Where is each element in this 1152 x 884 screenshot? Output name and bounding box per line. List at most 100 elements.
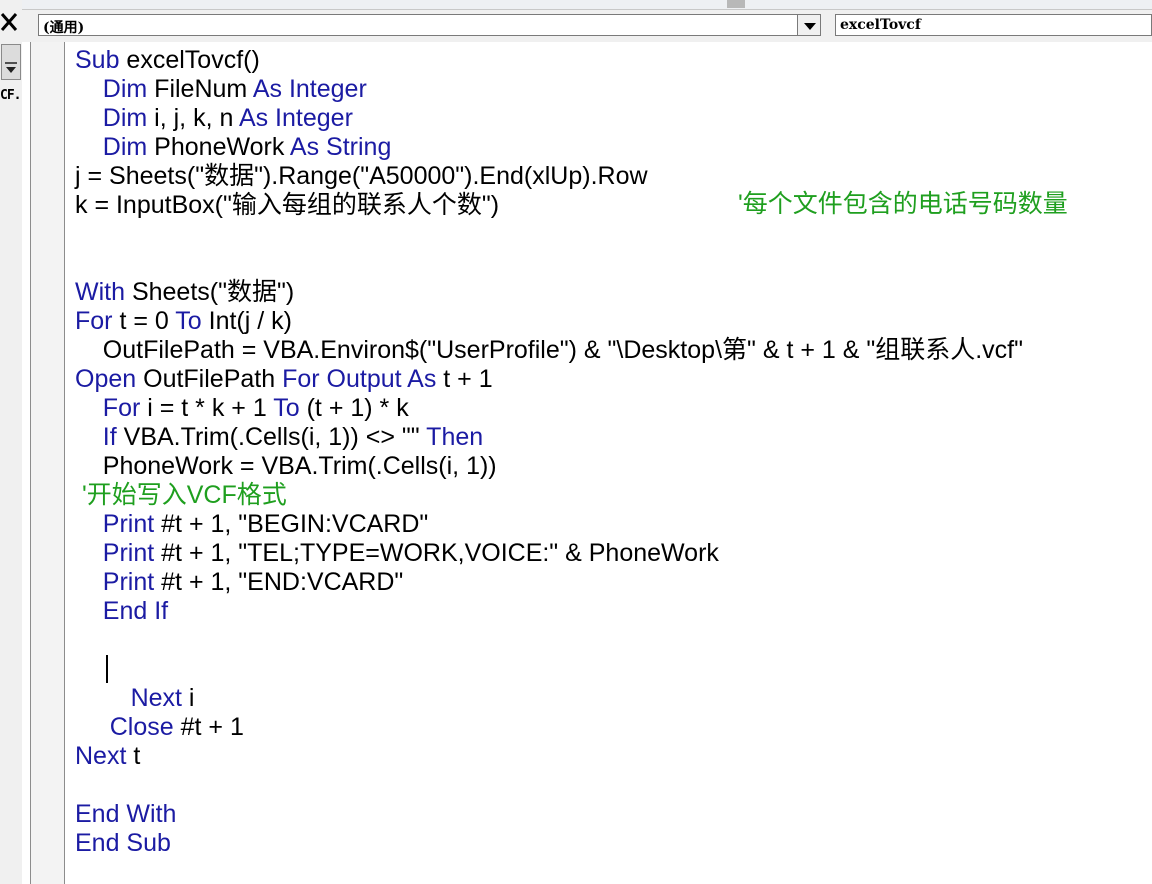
code-token: OutFilePath = VBA.Environ$("UserProfile"…: [75, 336, 1023, 364]
code-line[interactable]: Close #t + 1: [75, 713, 244, 742]
code-token: t = 0: [112, 307, 176, 335]
code-token: FileNum: [147, 75, 253, 103]
margin-indicator-bar[interactable]: [30, 42, 65, 884]
code-token: (t + 1) * k: [299, 394, 409, 422]
keyword-token: Open: [75, 365, 137, 393]
keyword-token: For: [75, 307, 113, 335]
keyword-token: As Integer: [252, 75, 367, 103]
scrollbar-thumb[interactable]: [1, 44, 21, 80]
object-dropdown[interactable]: (通用): [38, 14, 821, 36]
keyword-token: Sub: [75, 46, 120, 74]
code-token: i = t * k + 1: [140, 394, 274, 422]
keyword-token: To: [175, 307, 202, 335]
code-line[interactable]: With Sheets("数据"): [75, 278, 294, 307]
keyword-token: Print: [102, 510, 155, 538]
keyword-token: Print: [102, 539, 155, 567]
procedure-dropdown-value: excelTovcf: [840, 17, 921, 33]
code-line[interactable]: For t = 0 To Int(j / k): [75, 307, 292, 336]
code-line[interactable]: Next i: [75, 684, 195, 713]
code-token: t + 1: [436, 365, 493, 393]
keyword-token: For: [102, 394, 141, 422]
keyword-token: Dim: [102, 75, 148, 103]
keyword-token: End Sub: [75, 829, 171, 857]
code-token: PhoneWork: [147, 133, 290, 161]
toolbar-remnant-tab: [727, 0, 745, 8]
code-line[interactable]: Open OutFilePath For Output As t + 1: [75, 365, 493, 394]
keyword-token: Print: [102, 568, 155, 596]
code-editor[interactable]: Sub excelTovcf() Dim FileNum As Integer …: [22, 42, 1152, 884]
code-token: i, j, k, n: [147, 104, 239, 132]
code-line[interactable]: Sub excelTovcf(): [75, 46, 260, 75]
keyword-token: Close: [109, 713, 174, 741]
inline-comment: '每个文件包含的电话号码数量: [738, 190, 1068, 218]
code-token: i: [181, 684, 195, 712]
code-token: excelTovcf(): [119, 46, 260, 74]
code-line[interactable]: End If: [75, 597, 168, 626]
code-token: PhoneWork = VBA.Trim(.Cells(i, 1)): [75, 452, 497, 480]
chevron-down-icon: [804, 23, 816, 30]
code-line[interactable]: Next t: [75, 742, 140, 771]
code-line[interactable]: j = Sheets("数据").Range("A50000").End(xlU…: [75, 162, 648, 191]
code-token: VBA.Trim(.Cells(i, 1)) <> "": [116, 423, 427, 451]
code-token: t: [126, 742, 141, 770]
object-dropdown-button[interactable]: [797, 14, 821, 36]
keyword-token: Dim: [102, 133, 148, 161]
code-line[interactable]: k = InputBox("输入每组的联系人个数"): [75, 191, 499, 220]
close-icon[interactable]: [0, 10, 18, 34]
code-line[interactable]: Dim PhoneWork As String: [75, 133, 392, 162]
code-line[interactable]: Print #t + 1, "BEGIN:VCARD": [75, 510, 429, 539]
code-token: Sheets("数据"): [125, 278, 295, 306]
keyword-token: Dim: [102, 104, 148, 132]
project-item-label: CF.: [0, 88, 22, 103]
scroll-down-arrow-icon[interactable]: [2, 45, 20, 79]
keyword-token: To: [273, 394, 300, 422]
code-line[interactable]: End Sub: [75, 829, 171, 858]
keyword-token: For Output As: [282, 365, 437, 393]
toolbar-remnant: [22, 0, 1152, 10]
code-token: j = Sheets("数据").Range("A50000").End(xlU…: [75, 162, 648, 190]
code-line[interactable]: End With: [75, 800, 176, 829]
code-line[interactable]: For i = t * k + 1 To (t + 1) * k: [75, 394, 409, 423]
procedure-dropdown[interactable]: excelTovcf: [835, 14, 1152, 36]
comment-token: '开始写入VCF格式: [75, 481, 287, 509]
text-caret: [106, 655, 108, 683]
keyword-token: With: [75, 278, 125, 306]
object-dropdown-value: (通用): [43, 20, 85, 36]
code-line[interactable]: Print #t + 1, "END:VCARD": [75, 568, 403, 597]
keyword-token: Next: [75, 742, 127, 770]
code-line[interactable]: PhoneWork = VBA.Trim(.Cells(i, 1)): [75, 452, 497, 481]
keyword-token: As Integer: [238, 104, 353, 132]
code-token: #t + 1, "END:VCARD": [154, 568, 404, 596]
code-line[interactable]: Print #t + 1, "TEL;TYPE=WORK,VOICE:" & P…: [75, 539, 719, 568]
project-pane-edge: CF.: [0, 0, 23, 884]
code-token: k = InputBox("输入每组的联系人个数"): [75, 191, 500, 219]
code-token: OutFilePath: [136, 365, 283, 393]
keyword-token: Then: [426, 423, 484, 451]
code-line[interactable]: '开始写入VCF格式: [75, 481, 287, 510]
code-line[interactable]: If VBA.Trim(.Cells(i, 1)) <> "" Then: [75, 423, 483, 452]
keyword-token: End If: [102, 597, 169, 625]
keyword-token: End With: [75, 800, 177, 828]
code-line[interactable]: Dim FileNum As Integer: [75, 75, 367, 104]
keyword-token: As String: [289, 133, 392, 161]
code-token: #t + 1: [173, 713, 244, 741]
keyword-token: If: [102, 423, 117, 451]
keyword-token: Next: [130, 684, 182, 712]
code-line[interactable]: OutFilePath = VBA.Environ$("UserProfile"…: [75, 336, 1023, 365]
code-line[interactable]: Dim i, j, k, n As Integer: [75, 104, 353, 133]
code-window-header: (通用) excelTovcf: [22, 10, 1152, 43]
code-token: Int(j / k): [201, 307, 292, 335]
code-token: #t + 1, "TEL;TYPE=WORK,VOICE:" & PhoneWo…: [154, 539, 719, 567]
code-token: #t + 1, "BEGIN:VCARD": [154, 510, 429, 538]
